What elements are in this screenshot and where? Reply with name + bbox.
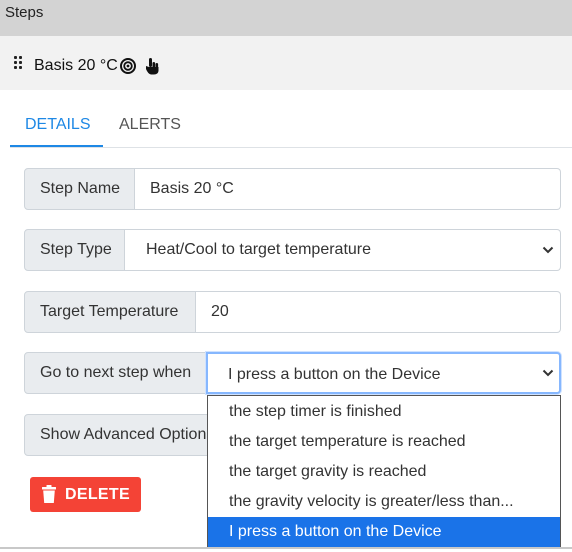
step-header: Basis 20 °C (0, 36, 572, 90)
tab-bar: DETAILS ALERTS (0, 90, 572, 148)
target-icon (120, 58, 136, 74)
step-type-group: Step Type Heat/Cool to target temperatur… (24, 229, 561, 271)
chevron-down-icon (542, 246, 554, 254)
next-step-select[interactable]: I press a button on the Device (206, 352, 561, 394)
step-name-input[interactable]: Basis 20 °C (135, 168, 561, 210)
dropdown-option[interactable]: the gravity velocity is greater/less tha… (208, 487, 560, 517)
advanced-options-group: Show Advanced Options (24, 414, 224, 456)
target-temperature-group: Target Temperature 20 (24, 291, 561, 333)
delete-button[interactable]: DELETE (30, 477, 141, 512)
advanced-options-toggle[interactable]: Show Advanced Options (24, 414, 224, 456)
bottom-divider (0, 547, 572, 549)
target-temperature-label: Target Temperature (24, 291, 196, 333)
target-temperature-input[interactable]: 20 (196, 291, 561, 333)
dropdown-option-selected[interactable]: I press a button on the Device (208, 517, 560, 547)
drag-handle-icon[interactable] (14, 56, 24, 70)
step-type-label: Step Type (24, 229, 125, 271)
dropdown-option[interactable]: the target gravity is reached (208, 457, 560, 487)
delete-button-label: DELETE (65, 486, 130, 503)
chevron-down-icon (542, 369, 554, 377)
tabs-divider (10, 147, 572, 148)
step-type-value: Heat/Cool to target temperature (146, 241, 372, 258)
next-step-value: I press a button on the Device (228, 366, 441, 383)
step-title: Basis 20 °C (34, 57, 118, 74)
next-step-label: Go to next step when (24, 352, 206, 394)
dropdown-option[interactable]: the step timer is finished (208, 397, 560, 427)
tab-alerts[interactable]: ALERTS (119, 116, 181, 134)
tab-details[interactable]: DETAILS (25, 116, 91, 134)
step-type-select[interactable]: Heat/Cool to target temperature (125, 229, 561, 271)
step-name-label: Step Name (24, 168, 135, 210)
hand-pointer-icon (146, 58, 159, 75)
window-title: Steps (5, 4, 44, 21)
next-step-dropdown: the step timer is finished the target te… (207, 395, 561, 549)
trash-icon (42, 485, 56, 503)
dropdown-option[interactable]: the target temperature is reached (208, 427, 560, 457)
next-step-group: Go to next step when I press a button on… (24, 352, 561, 394)
step-name-group: Step Name Basis 20 °C (24, 168, 561, 210)
window-titlebar: Steps (0, 0, 572, 36)
